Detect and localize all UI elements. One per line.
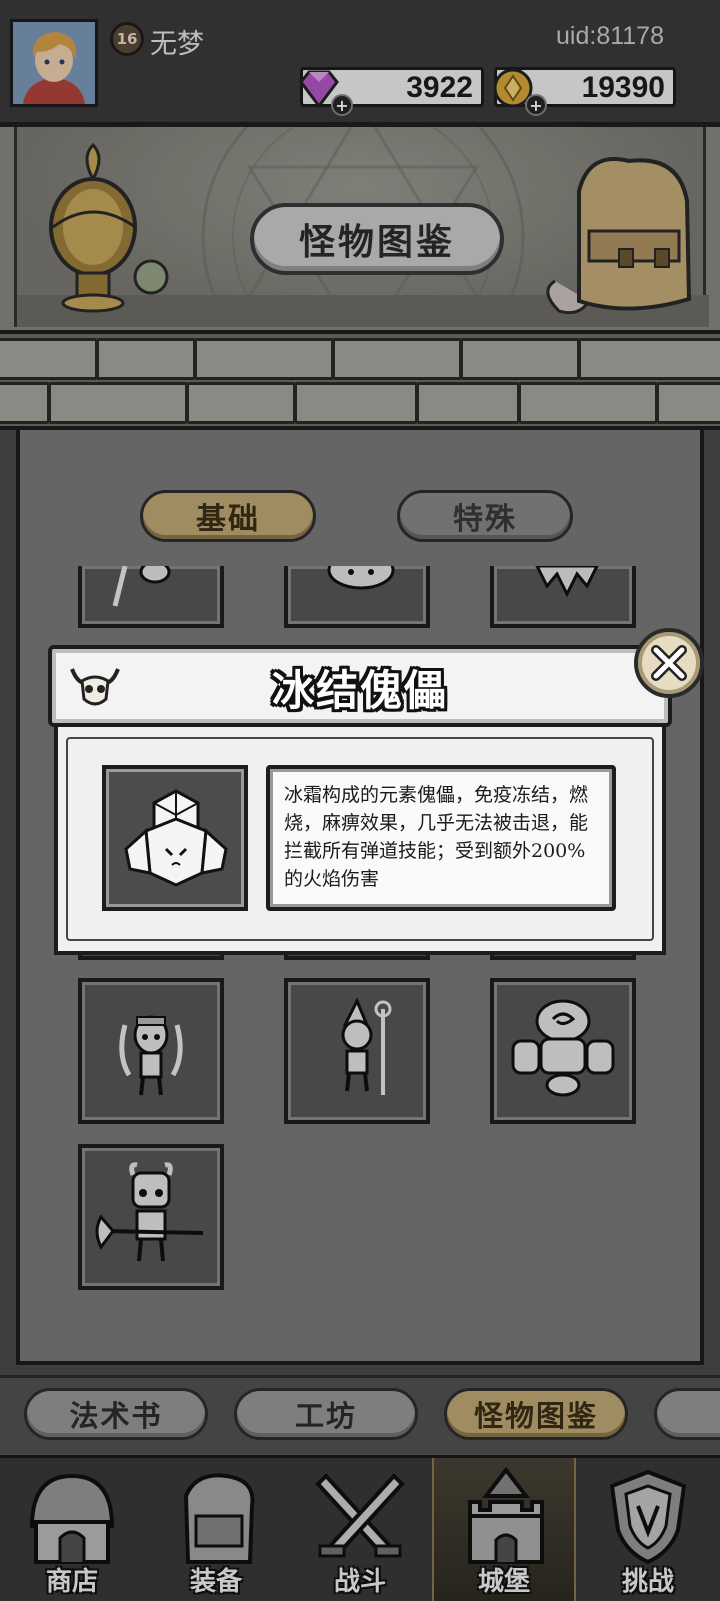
nav-battle[interactable]: 战斗 — [288, 1458, 432, 1601]
nav-castle[interactable]: 城堡 — [432, 1458, 576, 1601]
backpack-decoration-icon — [546, 157, 692, 315]
monster-slot-stone-golem[interactable] — [490, 978, 636, 1124]
banner-title: 怪物图鉴 — [250, 203, 504, 275]
modal-body: 冰霜构成的元素傀儡，免疫冻结，燃烧，麻痹效果，几乎无法被击退，能拦截所有弹道技能… — [54, 727, 666, 955]
gem-counter: + 3922 — [299, 67, 484, 116]
monster-detail-modal: 冰霜构成的元素傀儡，免疫冻结，燃烧，麻痹效果，几乎无法被击退，能拦截所有弹道技能… — [48, 628, 704, 955]
castle-submenu: 法术书 工坊 怪物图鉴 — [0, 1375, 720, 1455]
nav-equipment[interactable]: 装备 — [144, 1458, 288, 1601]
add-gold-button[interactable]: + — [525, 94, 547, 116]
player-name: 无梦 — [150, 29, 204, 60]
monster-description: 冰霜构成的元素傀儡，免疫冻结，燃烧，麻痹效果，几乎无法被击退，能拦截所有弹道技能… — [266, 765, 616, 911]
submenu-more[interactable] — [654, 1388, 720, 1440]
gold-amount: 19390 — [581, 71, 665, 104]
monster-name: 冰结傀儡 — [271, 666, 448, 715]
challenge-shield-icon — [609, 1469, 687, 1565]
tab-special[interactable]: 特殊 — [397, 490, 573, 542]
player-avatar[interactable] — [10, 19, 98, 107]
horned-axe-skeleton-icon — [95, 1162, 204, 1262]
golden-orb-lamp-icon — [49, 142, 169, 313]
nav-battle-label: 战斗 — [333, 1567, 386, 1597]
nav-shop-label: 商店 — [45, 1567, 98, 1597]
shop-icon — [29, 1473, 115, 1564]
monster-slot-dual-blade-skeleton[interactable] — [78, 978, 224, 1124]
submenu-bestiary[interactable]: 怪物图鉴 — [444, 1388, 628, 1440]
castle-icon — [468, 1466, 544, 1564]
ice-golem-icon — [124, 789, 228, 887]
nav-challenge[interactable]: 挑战 — [576, 1458, 720, 1601]
stone-wall — [0, 330, 720, 430]
blob-monster-icon — [327, 566, 395, 590]
close-button[interactable] — [634, 628, 704, 698]
submenu-workshop[interactable]: 工坊 — [234, 1388, 418, 1440]
monster-slot[interactable] — [78, 566, 224, 628]
bestiary-banner: 怪物图鉴 — [0, 122, 720, 330]
level-badge: 16 — [110, 22, 144, 56]
close-icon — [651, 645, 687, 681]
skeleton-mage-icon — [341, 997, 392, 1095]
gold-counter: + 19390 — [493, 67, 676, 116]
spiky-monster-icon — [535, 566, 599, 598]
skeleton-monster-icon — [112, 566, 171, 607]
bottom-nav: 商店 装备 战斗 城堡 挑战 — [0, 1455, 720, 1601]
modal-header: 冰结傀儡 — [48, 645, 672, 727]
monster-portrait — [102, 765, 248, 911]
dual-blade-skeleton-icon — [119, 1015, 183, 1096]
nav-castle-label: 城堡 — [477, 1567, 530, 1597]
banner-backdrop: 怪物图鉴 — [14, 127, 709, 327]
monster-slot[interactable] — [490, 566, 636, 628]
nav-shop[interactable]: 商店 — [0, 1458, 144, 1601]
nav-equipment-label: 装备 — [189, 1567, 242, 1597]
monster-slot-horned-axe-skeleton[interactable] — [78, 1144, 224, 1290]
add-gems-button[interactable]: + — [331, 94, 353, 116]
monster-slot[interactable] — [284, 566, 430, 628]
tab-basic[interactable]: 基础 — [140, 490, 316, 542]
submenu-spellbook[interactable]: 法术书 — [24, 1388, 208, 1440]
avatar-portrait-icon — [13, 22, 95, 104]
stone-golem-icon — [511, 999, 615, 1097]
gem-amount: 3922 — [406, 71, 473, 104]
top-bar: 16 无梦 uid:81178 + 3922 + 19390 — [0, 0, 720, 122]
monster-slot-spear-skeleton[interactable] — [284, 978, 430, 1124]
crossed-swords-icon — [315, 1473, 405, 1558]
backpack-icon — [183, 1473, 255, 1564]
nav-challenge-label: 挑战 — [621, 1567, 674, 1597]
player-uid: uid:81178 — [556, 22, 664, 50]
